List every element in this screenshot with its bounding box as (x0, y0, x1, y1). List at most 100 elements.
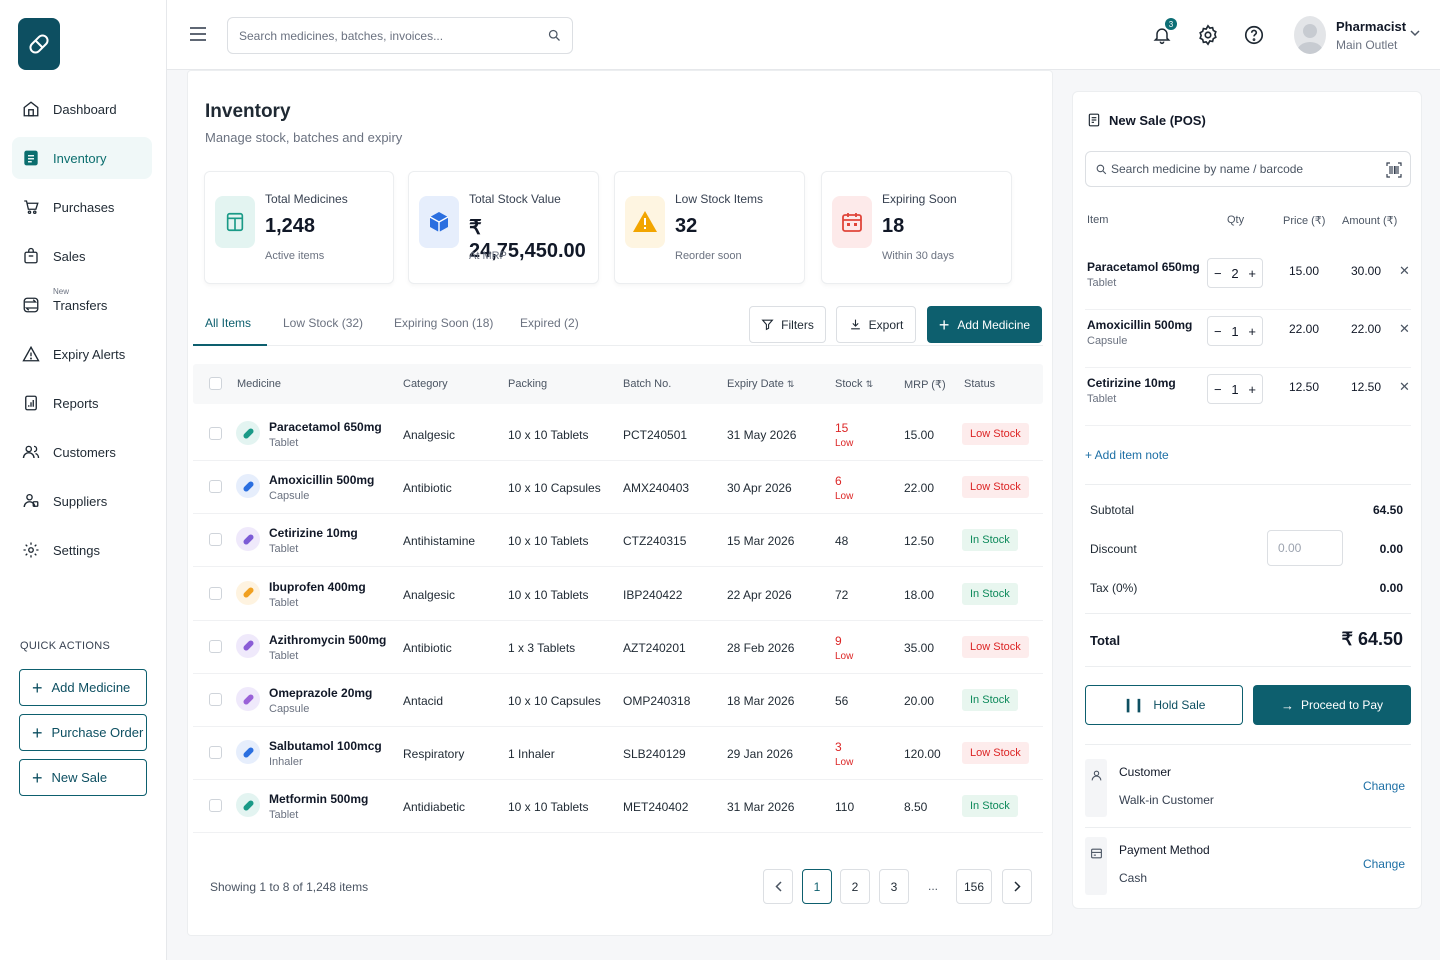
row-checkbox[interactable] (209, 586, 222, 600)
quantity-value[interactable]: 2 (1231, 266, 1238, 281)
barcode-scan-icon[interactable] (1386, 162, 1402, 178)
user-avatar[interactable] (1294, 16, 1326, 54)
select-all-checkbox[interactable] (209, 377, 222, 390)
pause-icon: ❙❙ (1122, 697, 1145, 712)
packing-cell: 10 x 10 Tablets (508, 534, 589, 549)
notification-bell-icon[interactable]: 3 (1152, 18, 1177, 46)
sidebar-item-sales[interactable]: Sales (12, 235, 152, 277)
proceed-to-pay-button[interactable]: → Proceed to Pay (1253, 685, 1411, 725)
quantity-value[interactable]: 1 (1231, 324, 1238, 339)
quick-purchase-order-button[interactable]: + Purchase Order (19, 714, 147, 751)
row-checkbox[interactable] (209, 746, 222, 760)
table-row[interactable]: Cetirizine 10mg Tablet Antihistamine 10 … (193, 514, 1043, 568)
column-header-expiry[interactable]: Expiry Date ⇅ (727, 378, 794, 390)
discount-input[interactable]: 0.00 (1267, 530, 1343, 566)
expiry-cell: 31 Mar 2026 (727, 800, 795, 815)
medicine-name[interactable]: Omeprazole 20mg (269, 686, 372, 700)
filters-button[interactable]: Filters (749, 306, 826, 343)
add-item-note-link[interactable]: + Add item note (1085, 448, 1169, 462)
table-row[interactable]: Metformin 500mg Tablet Antidiabetic 10 x… (193, 780, 1043, 834)
pill-icon (236, 687, 260, 711)
table-row[interactable]: Salbutamol 100mcg Inhaler Respiratory 1 … (193, 727, 1043, 781)
remove-item-icon[interactable]: ✕ (1399, 379, 1410, 395)
quick-add-medicine-button[interactable]: + Add Medicine (19, 669, 147, 706)
table-row[interactable]: Omeprazole 20mg Capsule Antacid 10 x 10 … (193, 674, 1043, 727)
table-row[interactable]: Azithromycin 500mg Tablet Antibiotic 1 x… (193, 621, 1043, 674)
packing-cell: 10 x 10 Capsules (508, 481, 601, 496)
row-checkbox[interactable] (209, 799, 222, 813)
change-payment-link[interactable]: Change (1363, 857, 1405, 871)
stat-label: Total Medicines (265, 192, 348, 206)
table-row[interactable]: Ibuprofen 400mg Tablet Analgesic 10 x 10… (193, 568, 1043, 621)
pagination-page-3[interactable]: 3 (879, 869, 909, 904)
medicine-name[interactable]: Salbutamol 100mcg (269, 739, 382, 753)
pagination-next-button[interactable] (1002, 869, 1032, 904)
hamburger-menu-icon[interactable] (190, 27, 206, 41)
column-header-status: Status (964, 378, 996, 390)
medicine-name[interactable]: Amoxicillin 500mg (269, 473, 374, 487)
table-row[interactable]: Paracetamol 650mg Tablet Analgesic 10 x … (193, 408, 1043, 461)
stat-card-expiring-soon: Expiring Soon 18 Within 30 days (821, 171, 1012, 284)
medicine-name[interactable]: Metformin 500mg (269, 792, 368, 806)
medicine-name[interactable]: Azithromycin 500mg (269, 633, 386, 647)
tab-all-items[interactable]: All Items (205, 316, 251, 330)
quantity-value[interactable]: 1 (1231, 382, 1238, 397)
app-logo[interactable] (18, 18, 60, 70)
pagination-page-2[interactable]: 2 (840, 869, 870, 904)
user-name[interactable]: Pharmacist (1336, 19, 1406, 34)
pagination-prev-button[interactable] (763, 869, 793, 904)
expiry-cell: 15 Mar 2026 (727, 534, 795, 549)
row-checkbox[interactable] (209, 639, 222, 653)
report-icon (21, 393, 41, 413)
plus-icon[interactable]: + (1248, 324, 1256, 339)
remove-item-icon[interactable]: ✕ (1399, 263, 1410, 279)
button-label: Proceed to Pay (1300, 698, 1384, 712)
quick-new-sale-button[interactable]: + New Sale (19, 759, 147, 796)
sidebar-item-expiry-alerts[interactable]: Expiry Alerts (12, 333, 152, 375)
chevron-down-icon[interactable] (1410, 30, 1420, 37)
tab-expired[interactable]: Expired (2) (520, 316, 579, 330)
mrp-cell: 12.50 (904, 534, 935, 549)
batch-cell: MET240402 (623, 800, 689, 815)
row-checkbox[interactable] (209, 427, 222, 440)
add-medicine-button[interactable]: + Add Medicine (927, 306, 1042, 343)
change-customer-link[interactable]: Change (1363, 779, 1405, 793)
tab-low-stock[interactable]: Low Stock (32) (283, 316, 363, 330)
minus-icon[interactable]: − (1214, 324, 1222, 339)
search-icon (547, 28, 562, 43)
tab-expiring-soon[interactable]: Expiring Soon (18) (394, 316, 493, 330)
pagination-page-1[interactable]: 1 (802, 869, 832, 904)
sidebar-item-inventory[interactable]: Inventory (12, 137, 152, 179)
plus-icon[interactable]: + (1248, 382, 1256, 397)
minus-icon[interactable]: − (1214, 382, 1222, 397)
hold-sale-button[interactable]: ❙❙ Hold Sale (1085, 685, 1243, 725)
settings-gear-icon[interactable] (1197, 24, 1219, 46)
global-search-input[interactable]: Search medicines, batches, invoices... (227, 17, 573, 54)
medicine-name[interactable]: Ibuprofen 400mg (269, 580, 366, 594)
row-checkbox[interactable] (209, 533, 222, 547)
sidebar-item-purchases[interactable]: Purchases (12, 186, 152, 228)
help-icon[interactable] (1243, 24, 1265, 46)
sidebar-item-suppliers[interactable]: Suppliers (12, 480, 152, 522)
sidebar-item-settings[interactable]: Settings (12, 529, 152, 571)
column-header-stock[interactable]: Stock ⇅ (835, 378, 873, 390)
remove-item-icon[interactable]: ✕ (1399, 321, 1410, 337)
medicine-form: Capsule (269, 490, 310, 503)
sidebar-item-reports[interactable]: Reports (12, 382, 152, 424)
minus-icon[interactable]: − (1214, 266, 1222, 281)
export-button[interactable]: Export (836, 306, 916, 343)
plus-icon[interactable]: + (1248, 266, 1256, 281)
table-row[interactable]: Amoxicillin 500mg Capsule Antibiotic 10 … (193, 461, 1043, 515)
row-checkbox[interactable] (209, 480, 222, 494)
row-checkbox[interactable] (209, 693, 222, 706)
medicine-name[interactable]: Cetirizine 10mg (269, 526, 358, 540)
expiry-cell: 31 May 2026 (727, 428, 797, 442)
sidebar-item-label: Reports (53, 395, 99, 411)
medicine-name[interactable]: Paracetamol 650mg (269, 420, 382, 434)
sidebar-item-dashboard[interactable]: Dashboard (12, 88, 152, 130)
table-header: Medicine Category Packing Batch No. Expi… (193, 364, 1043, 404)
pos-search-input[interactable]: Search medicine by name / barcode (1085, 151, 1411, 187)
pagination-last-page[interactable]: 156 (956, 869, 992, 904)
sidebar-item-customers[interactable]: Customers (12, 431, 152, 473)
sidebar-item-transfers[interactable]: New Transfers (12, 284, 152, 326)
